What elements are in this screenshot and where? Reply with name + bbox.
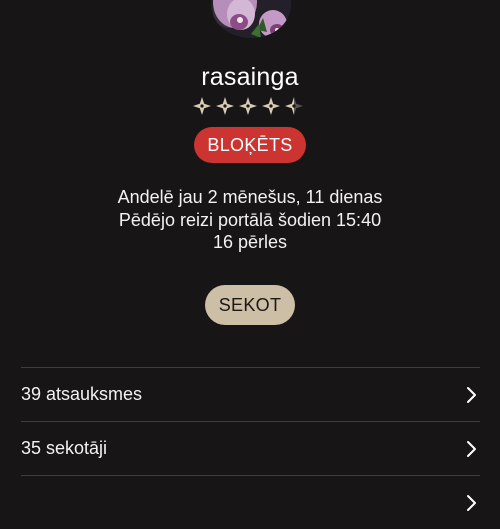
menu-item-third[interactable]	[21, 475, 480, 529]
rating-star-center	[269, 104, 273, 108]
rating-star-center	[292, 104, 296, 108]
avatar[interactable]	[211, 0, 291, 38]
rating-star-center	[246, 104, 250, 108]
profile-info: Andelē jau 2 mēnešus, 11 dienas Pēdējo r…	[0, 186, 500, 254]
menu-item-label: 35 sekotāji	[21, 438, 108, 458]
menu-item-reviews[interactable]: 39 atsauksmes	[21, 367, 480, 421]
chevron-right-icon	[467, 440, 476, 457]
username: rasainga	[201, 63, 299, 91]
rating-star-center	[223, 104, 227, 108]
chevron-right-icon	[467, 386, 476, 403]
member-since-text: Andelē jau 2 mēnešus, 11 dienas	[117, 187, 383, 207]
menu-item-followers[interactable]: 35 sekotāji	[21, 421, 480, 475]
status-badge: BLOĶĒTS	[194, 127, 306, 163]
chevron-right-icon	[467, 494, 476, 511]
menu-item-label: 39 atsauksmes	[21, 384, 143, 404]
follow-button[interactable]: SEKOT	[205, 285, 295, 325]
rating-star-center	[200, 104, 204, 108]
profile-menu: 39 atsauksmes 35 sekotāji	[21, 367, 480, 529]
pearls-count-text: 16 pērles	[212, 232, 288, 252]
flower-photo-icon	[211, 0, 291, 38]
rating-stars-graphic	[193, 97, 303, 115]
last-seen-text: Pēdējo reizi portālā šodien 15:40	[118, 209, 382, 230]
rating-stars	[0, 96, 500, 116]
